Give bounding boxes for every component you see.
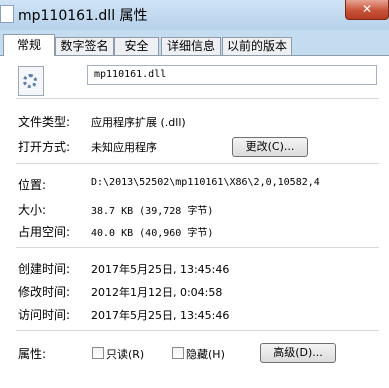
file-type-label: 文件类型:	[18, 115, 71, 129]
location-value: D:\2013\52502\mp110161\X86\2,0,10582,4	[91, 177, 320, 188]
advanced-button[interactable]: 高级(D)...	[260, 343, 336, 363]
hidden-label[interactable]: 隐藏(H)	[186, 346, 225, 362]
hidden-checkbox[interactable]	[172, 347, 184, 359]
tab-details[interactable]: 详细信息	[161, 37, 221, 55]
open-with-value: 未知应用程序	[91, 141, 157, 154]
file-type-value: 应用程序扩展 (.dll)	[91, 116, 186, 129]
change-button[interactable]: 更改(C)...	[232, 137, 308, 157]
filename-input[interactable]: mp110161.dll	[87, 65, 377, 85]
separator	[16, 163, 379, 164]
separator	[16, 330, 379, 331]
created-value: 2017年5月25日, 13:45:46	[91, 263, 230, 276]
tab-strip: 常规 数字签名 安全 详细信息 以前的版本	[0, 34, 389, 56]
accessed-value: 2017年5月25日, 13:45:46	[91, 309, 230, 322]
tab-digital-signatures[interactable]: 数字签名	[55, 37, 114, 55]
readonly-checkbox[interactable]	[92, 347, 104, 359]
separator	[16, 247, 379, 248]
size-on-disk-value: 40.0 KB (40,960 字节)	[91, 228, 214, 239]
title-bar: mp110161.dll 属性 ✕	[0, 0, 389, 30]
gear-icon	[23, 74, 37, 88]
general-panel: mp110161.dll 文件类型: 应用程序扩展 (.dll) 打开方式: 未…	[0, 55, 389, 388]
size-on-disk-label: 占用空间:	[18, 225, 71, 239]
tab-security[interactable]: 安全	[114, 37, 159, 55]
separator	[16, 98, 379, 99]
modified-label: 修改时间:	[18, 285, 71, 299]
readonly-label[interactable]: 只读(R)	[106, 346, 144, 362]
attributes-label: 属性:	[18, 347, 47, 361]
size-label: 大小:	[18, 203, 47, 217]
dll-file-icon	[18, 66, 44, 96]
tab-general[interactable]: 常规	[3, 34, 55, 56]
size-value: 38.7 KB (39,728 字节)	[91, 206, 214, 217]
tab-previous-versions[interactable]: 以前的版本	[222, 37, 292, 55]
open-with-label: 打开方式:	[18, 140, 71, 154]
modified-value: 2012年1月12日, 0:04:58	[91, 286, 223, 299]
created-label: 创建时间:	[18, 262, 71, 276]
window-title: mp110161.dll 属性	[18, 8, 148, 24]
location-label: 位置:	[18, 178, 47, 192]
accessed-label: 访问时间:	[18, 308, 71, 322]
file-icon	[0, 5, 14, 23]
close-button[interactable]: ✕	[345, 0, 389, 20]
